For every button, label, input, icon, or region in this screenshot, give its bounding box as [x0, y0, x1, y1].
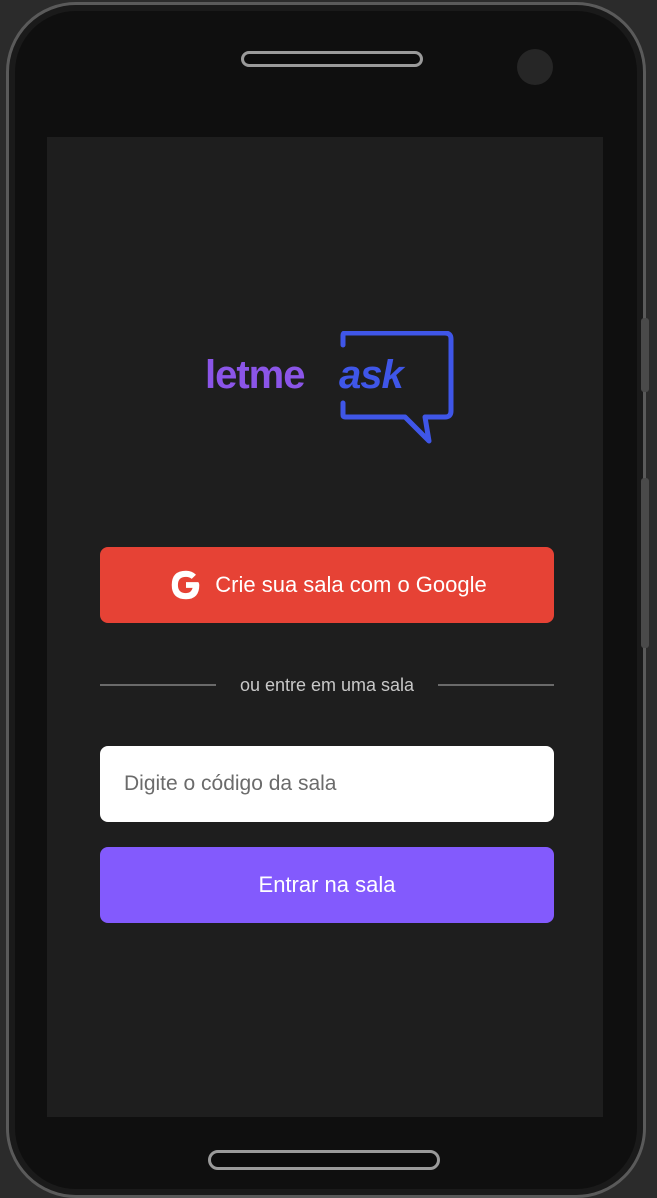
create-room-google-button[interactable]: Crie sua sala com o Google [100, 547, 554, 623]
logo-letme-text: letme [205, 353, 305, 397]
room-code-input[interactable] [100, 746, 554, 822]
home-button[interactable] [208, 1150, 440, 1170]
letmeask-logo: letme ask [205, 331, 455, 449]
app-screen: letme ask Crie sua sala com o Google ou … [47, 137, 603, 1117]
power-button[interactable] [641, 478, 649, 648]
separator-line-left [100, 684, 216, 686]
volume-button[interactable] [641, 318, 649, 392]
separator: ou entre em uma sala [100, 673, 554, 697]
google-button-label: Crie sua sala com o Google [215, 572, 487, 597]
separator-label: ou entre em uma sala [239, 674, 415, 695]
separator-line-right [438, 684, 554, 686]
logo-ask-text: ask [339, 353, 404, 397]
enter-room-button-label: Entrar na sala [258, 872, 396, 897]
front-camera [517, 49, 553, 85]
earpiece-speaker [241, 51, 423, 67]
google-icon [172, 570, 200, 600]
enter-room-button[interactable]: Entrar na sala [100, 847, 554, 923]
device-background: letme ask Crie sua sala com o Google ou … [0, 0, 657, 1198]
